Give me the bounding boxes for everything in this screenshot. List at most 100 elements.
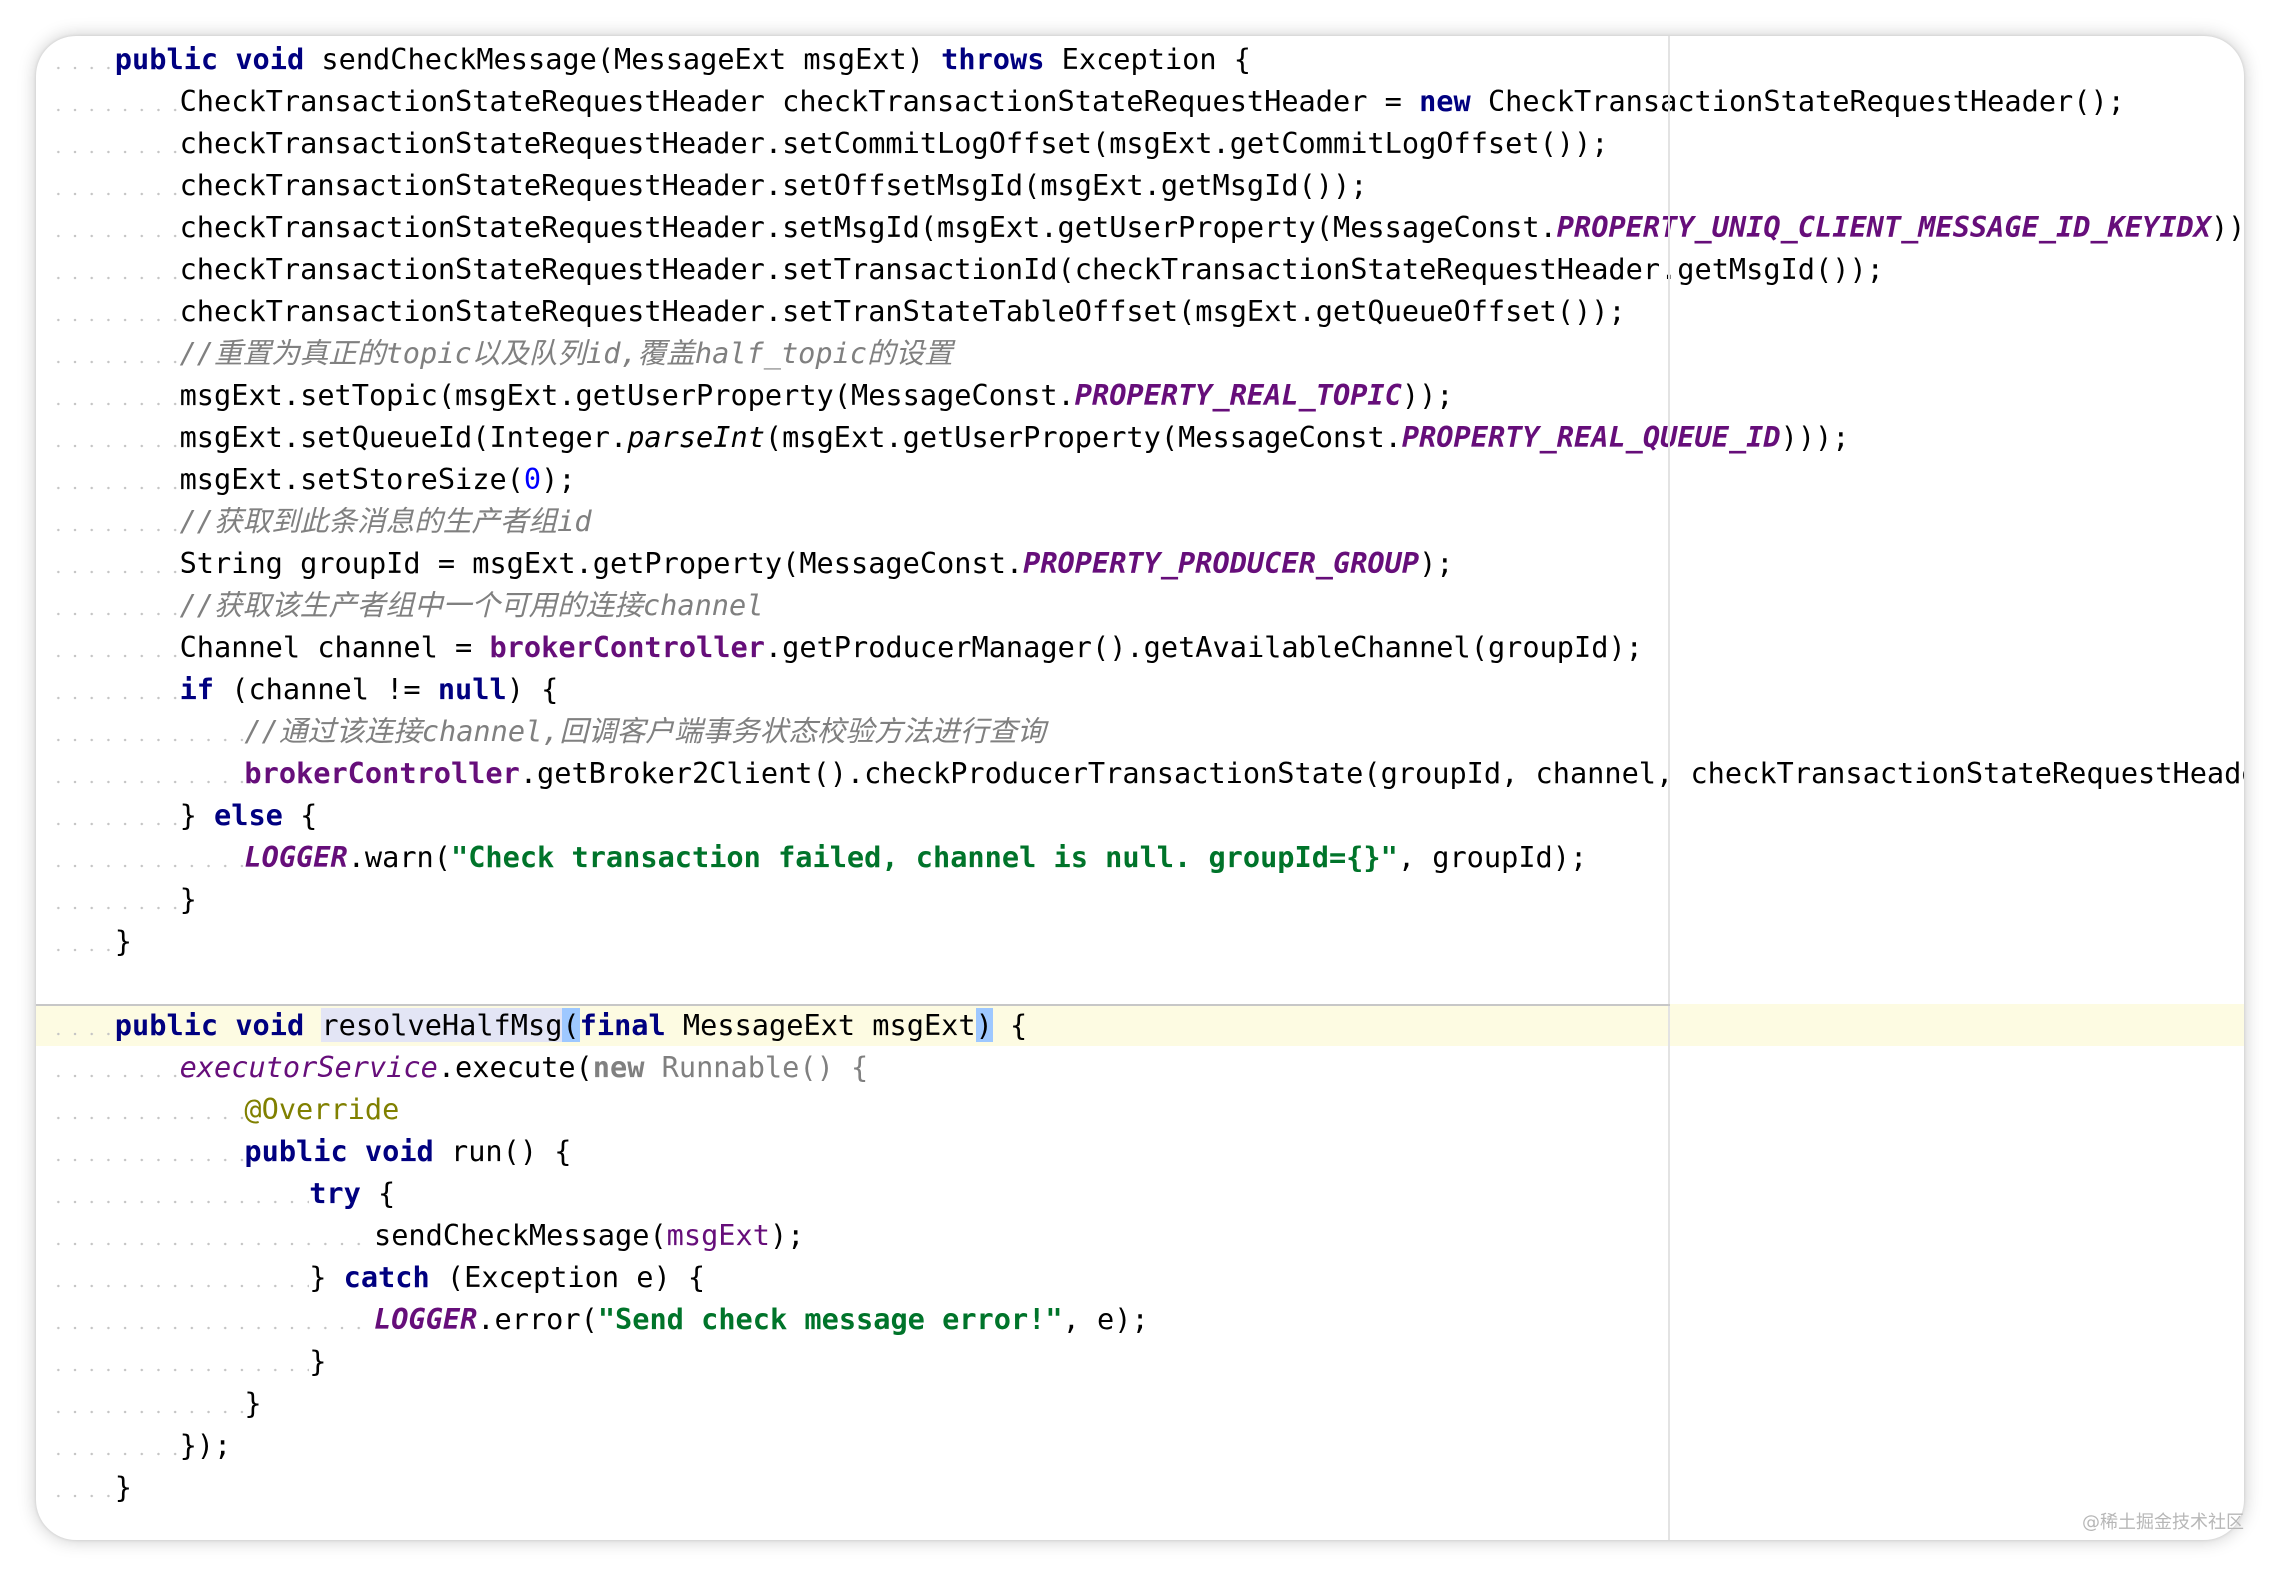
- indent-whitespace: [50, 1004, 115, 1046]
- code-line[interactable]: LOGGER.warn("Check transaction failed, c…: [36, 836, 2244, 878]
- code-text: public void run() {: [244, 1130, 571, 1172]
- code-line[interactable]: checkTransactionStateRequestHeader.setOf…: [36, 164, 2244, 206]
- indent-whitespace: [50, 794, 180, 836]
- code-token: .getBroker2Client().checkProducerTransac…: [519, 756, 2244, 790]
- code-line[interactable]: //重置为真正的topic以及队列id,覆盖half_topic的设置: [36, 332, 2244, 374]
- code-line[interactable]: });: [36, 1424, 2244, 1466]
- code-line[interactable]: checkTransactionStateRequestHeader.setTr…: [36, 248, 2244, 290]
- code-text: }: [244, 1382, 261, 1424]
- code-token: LOGGER: [244, 840, 348, 874]
- code-line[interactable]: public void run() {: [36, 1130, 2244, 1172]
- code-token: new: [1419, 84, 1471, 118]
- code-token: , groupId);: [1397, 840, 1588, 874]
- code-token: msgExt.setQueueId(Integer.: [179, 420, 628, 454]
- code-token: "Send check message error!": [597, 1302, 1063, 1336]
- code-line[interactable]: sendCheckMessage(msgExt);: [36, 1214, 2244, 1256]
- code-text: Channel channel = brokerController.getPr…: [180, 626, 1643, 668]
- code-line[interactable]: public void sendCheckMessage(MessageExt …: [36, 38, 2244, 80]
- code-token: public: [114, 1008, 219, 1042]
- code-line[interactable]: [36, 962, 2244, 1004]
- indent-whitespace: [50, 710, 245, 752]
- code-line[interactable]: }: [36, 1382, 2244, 1424]
- indent-whitespace: [50, 248, 180, 290]
- code-line[interactable]: } catch (Exception e) {: [36, 1256, 2244, 1298]
- code-token: Runnable() {: [644, 1050, 869, 1084]
- code-line[interactable]: if (channel != null) {: [36, 668, 2244, 710]
- code-line[interactable]: executorService.execute(new Runnable() {: [36, 1046, 2244, 1088]
- code-token: checkTransactionStateRequestHeader.setOf…: [179, 168, 1368, 202]
- code-token: CheckTransactionStateRequestHeader();: [1470, 84, 2125, 118]
- indent-whitespace: [50, 1340, 310, 1382]
- code-line[interactable]: String groupId = msgExt.getProperty(Mess…: [36, 542, 2244, 584]
- code-text: }: [115, 1466, 132, 1508]
- code-line[interactable]: checkTransactionStateRequestHeader.setMs…: [36, 206, 2244, 248]
- code-line[interactable]: checkTransactionStateRequestHeader.setCo…: [36, 122, 2244, 164]
- code-token: null: [437, 672, 507, 706]
- code-line[interactable]: @Override: [36, 1088, 2244, 1130]
- indent-whitespace: [50, 1130, 245, 1172]
- code-text: msgExt.setStoreSize(0);: [180, 458, 576, 500]
- code-token: }: [309, 1344, 327, 1378]
- code-token: PROPERTY_PRODUCER_GROUP: [1023, 546, 1420, 580]
- code-text: if (channel != null) {: [180, 668, 559, 710]
- code-line[interactable]: //获取到此条消息的生产者组id: [36, 500, 2244, 542]
- code-token: checkTransactionStateRequestHeader.setTr…: [179, 252, 1884, 286]
- indent-whitespace: [50, 290, 180, 332]
- code-text: public void sendCheckMessage(MessageExt …: [115, 38, 1251, 80]
- code-token: .warn(: [347, 840, 451, 874]
- code-token: (channel !=: [214, 672, 438, 706]
- code-line[interactable]: }: [36, 920, 2244, 962]
- code-line[interactable]: CheckTransactionStateRequestHeader check…: [36, 80, 2244, 122]
- code-editor[interactable]: public void sendCheckMessage(MessageExt …: [36, 36, 2244, 1540]
- indent-whitespace: [50, 416, 180, 458]
- code-line[interactable]: try {: [36, 1172, 2244, 1214]
- code-line[interactable]: checkTransactionStateRequestHeader.setTr…: [36, 290, 2244, 332]
- code-text: checkTransactionStateRequestHeader.setTr…: [180, 290, 1626, 332]
- code-token: }: [114, 924, 133, 958]
- code-token: {: [282, 798, 318, 832]
- code-line[interactable]: msgExt.setTopic(msgExt.getUserProperty(M…: [36, 374, 2244, 416]
- code-line[interactable]: }: [36, 878, 2244, 920]
- code-token: 0: [523, 462, 542, 496]
- code-text: }: [180, 878, 197, 920]
- screenshot-card: public void sendCheckMessage(MessageExt …: [36, 36, 2244, 1540]
- indent-whitespace: [50, 1214, 374, 1256]
- code-token: //获取到此条消息的生产者组id: [179, 504, 592, 538]
- indent-whitespace: [50, 878, 180, 920]
- code-line[interactable]: public void resolveHalfMsg(final Message…: [36, 1004, 2244, 1046]
- code-token: throws: [941, 42, 1045, 76]
- code-line[interactable]: msgExt.setStoreSize(0);: [36, 458, 2244, 500]
- code-line[interactable]: Channel channel = brokerController.getPr…: [36, 626, 2244, 668]
- code-token: }: [179, 798, 215, 832]
- code-line[interactable]: //获取该生产者组中一个可用的连接channel: [36, 584, 2244, 626]
- code-token: PROPERTY_REAL_QUEUE_ID: [1401, 420, 1781, 454]
- indent-whitespace: [50, 1088, 245, 1130]
- code-line[interactable]: brokerController.getBroker2Client().chec…: [36, 752, 2244, 794]
- code-token: );: [1419, 546, 1454, 580]
- code-line[interactable]: LOGGER.error("Send check message error!"…: [36, 1298, 2244, 1340]
- indent-whitespace: [50, 80, 180, 122]
- indent-whitespace: [50, 206, 180, 248]
- code-token: (msgExt.getUserProperty(MessageConst.: [764, 420, 1402, 454]
- code-token: {: [992, 1008, 1028, 1042]
- code-token: MessageExt msgExt: [665, 1008, 976, 1042]
- code-token: //通过该连接channel,回调客户端事务状态校验方法进行查询: [244, 714, 1046, 748]
- code-line[interactable]: msgExt.setQueueId(Integer.parseInt(msgEx…: [36, 416, 2244, 458]
- code-token: }: [179, 882, 197, 916]
- indent-whitespace: [50, 836, 245, 878]
- code-token: catch: [343, 1260, 430, 1294]
- code-line[interactable]: }: [36, 1466, 2244, 1508]
- code-line[interactable]: }: [36, 1340, 2244, 1382]
- code-line[interactable]: } else {: [36, 794, 2244, 836]
- code-token: run() {: [433, 1134, 572, 1168]
- code-text: //获取该生产者组中一个可用的连接channel: [180, 584, 764, 626]
- code-token: ));: [1401, 378, 1454, 412]
- code-token: (: [562, 1008, 580, 1042]
- indent-whitespace: [50, 920, 115, 962]
- code-token: .error(: [477, 1302, 598, 1336]
- code-token: PROPERTY_REAL_TOPIC: [1074, 378, 1402, 412]
- code-line[interactable]: //通过该连接channel,回调客户端事务状态校验方法进行查询: [36, 710, 2244, 752]
- code-token: executorService: [179, 1050, 438, 1084]
